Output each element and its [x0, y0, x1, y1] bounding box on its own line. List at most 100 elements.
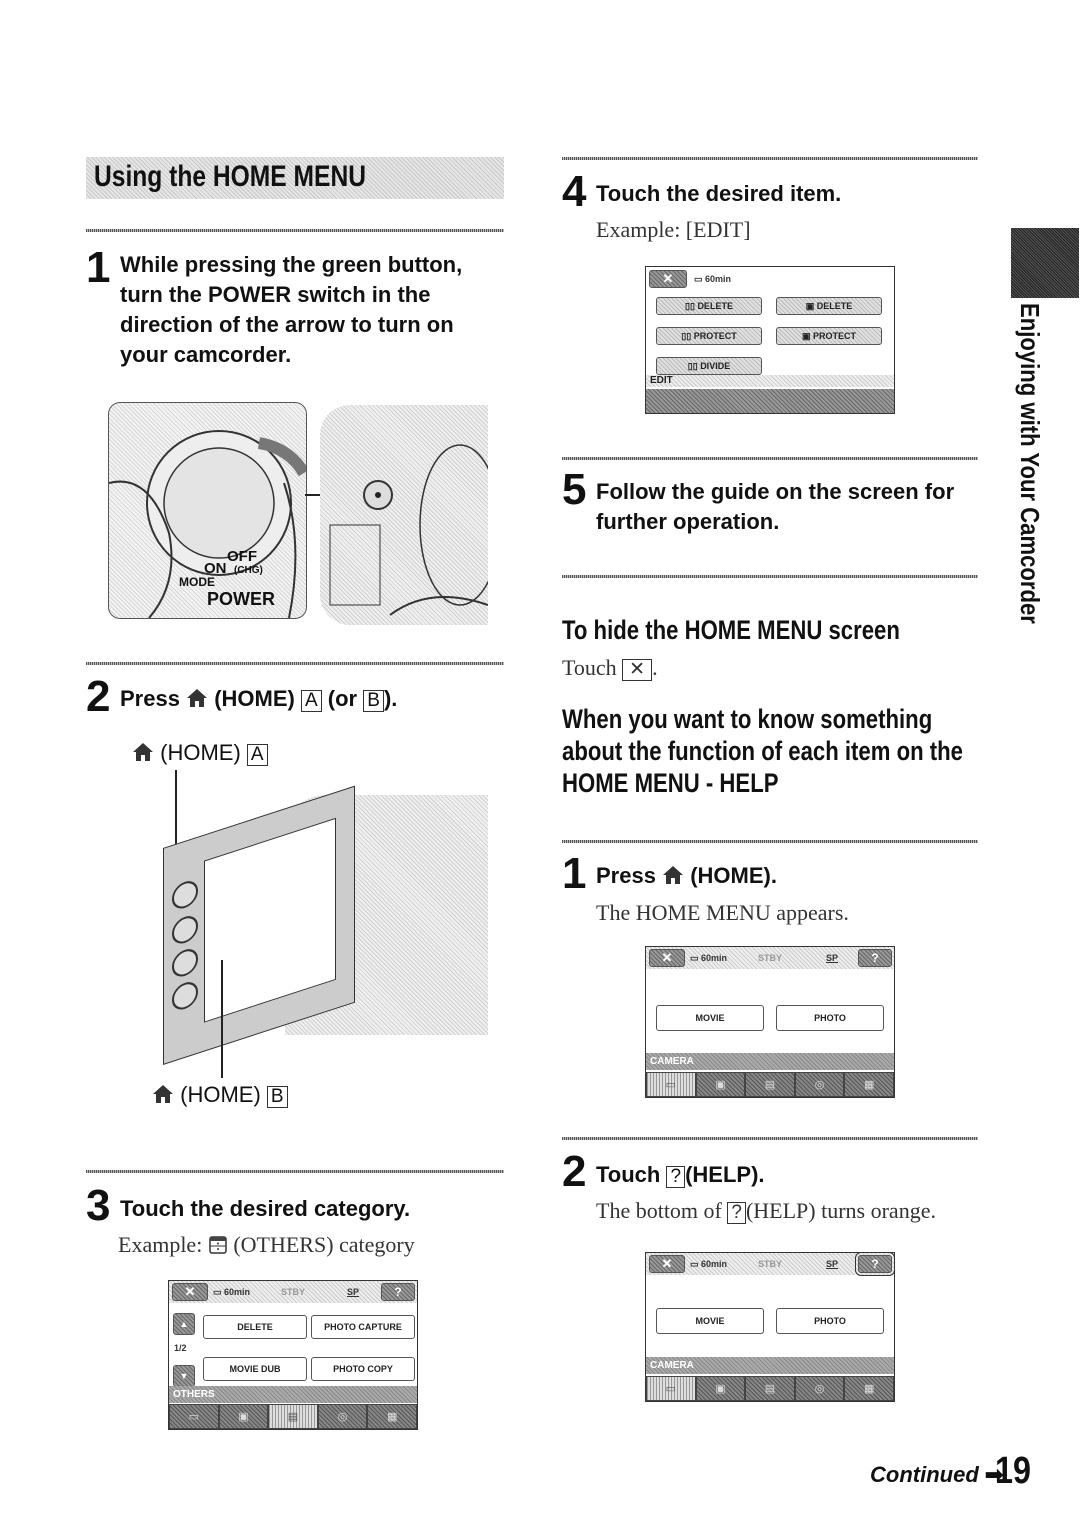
step-number: 4 [562, 167, 587, 216]
section-banner-title: Using the HOME MENU [94, 160, 366, 193]
menu-item-movie-protect[interactable]: ▯▯ PROTECT [656, 327, 762, 345]
menu-item-photo-protect[interactable]: ▣ PROTECT [776, 327, 882, 345]
lcd-side-button [172, 978, 198, 1014]
home-a-label: (HOME) A [132, 740, 268, 766]
help-button-highlighted[interactable]: ? [855, 1252, 895, 1276]
tab-settings[interactable]: ▦ [844, 1072, 894, 1097]
close-button[interactable]: ✕ [649, 949, 685, 967]
scroll-down-button[interactable]: ▼ [173, 1365, 195, 1387]
tab-view-images[interactable]: ▣ [695, 1376, 746, 1401]
tab-camera[interactable]: ▭ [646, 1072, 696, 1097]
step-4-text: Touch the desired item. [596, 181, 842, 206]
label-b-box: B [363, 690, 384, 712]
menu-item-photo-capture[interactable]: PHOTO CAPTURE [311, 1315, 415, 1339]
help-button[interactable]: ? [858, 949, 892, 967]
toolbox-icon: ▦ [386, 1411, 398, 1423]
tab-manage-media[interactable]: ◎ [794, 1072, 845, 1097]
menu-item-photo[interactable]: PHOTO [776, 1308, 884, 1334]
tab-others[interactable]: ▤ [745, 1376, 795, 1401]
step-5-text: Follow the guide on the screen for furth… [596, 477, 954, 537]
others-category-icon [209, 1236, 227, 1254]
help-step-2-prefix: Touch [596, 1162, 661, 1187]
tab-view-images[interactable]: ▣ [695, 1072, 746, 1097]
quality-indicator: SP [347, 1287, 360, 1297]
status-text: STBY [281, 1287, 306, 1297]
others-icon: ▤ [287, 1411, 299, 1423]
tab-settings[interactable]: ▦ [844, 1376, 894, 1401]
status-text: STBY [758, 953, 783, 963]
play-icon: ▣ [238, 1411, 249, 1423]
tab-others[interactable]: ▤ [268, 1404, 318, 1429]
step-1-text: While pressing the green button, turn th… [120, 250, 510, 370]
tab-settings[interactable]: ▦ [367, 1404, 417, 1429]
camera-icon: ▭ [665, 1079, 676, 1091]
close-button[interactable]: ✕ [649, 1255, 685, 1273]
mode-label: MODE [179, 575, 215, 589]
help-box-icon: ? [727, 1202, 746, 1224]
button-label: DIVIDE [700, 361, 731, 371]
scroll-up-button[interactable]: ▲ [173, 1313, 195, 1335]
home-b-box: B [266, 1086, 288, 1108]
tab-view-images[interactable]: ▣ [218, 1404, 269, 1429]
off-label: OFF [227, 548, 257, 565]
menu-item-movie[interactable]: MOVIE [656, 1308, 764, 1334]
help-heading-line: about the function of each item on the [562, 736, 963, 766]
status-text: STBY [758, 1259, 783, 1269]
step-2-prefix: Press [120, 686, 180, 711]
help-step-1-text: Press (HOME). [596, 861, 777, 891]
help-button[interactable]: ? [381, 1283, 415, 1301]
power-label: POWER [207, 589, 276, 609]
battery-indicator: ▭ 60min [690, 1259, 728, 1269]
divider [86, 1170, 504, 1173]
tab-manage-media[interactable]: ◎ [794, 1376, 845, 1401]
help-heading: When you want to know something about th… [562, 703, 963, 799]
step-2-or: (or [327, 686, 358, 711]
menu-item-movie-dub[interactable]: MOVIE DUB [203, 1357, 307, 1381]
menu-item-photo-delete[interactable]: ▣ DELETE [776, 297, 882, 315]
menu-item-movie-divide[interactable]: ▯▯ DIVIDE [656, 357, 762, 375]
category-label: EDIT [646, 375, 894, 387]
help-step-2-text: Touch ? (HELP). [596, 1160, 765, 1190]
tab-manage-media[interactable]: ◎ [317, 1404, 368, 1429]
button-label: PROTECT [693, 331, 737, 341]
divider [86, 229, 504, 232]
chg-label: (CHG) [234, 565, 263, 576]
step-3-text: Touch the desired category. [120, 1196, 411, 1221]
power-switch-closeup: OFF (CHG) ON MODE POWER [108, 402, 307, 619]
desc-prefix: The bottom of [596, 1198, 722, 1223]
divider [562, 457, 978, 460]
bottom-bar [646, 389, 894, 413]
quality-indicator: SP [826, 953, 839, 963]
home-icon [133, 743, 153, 761]
help-step-2-desc: The bottom of ? (HELP) turns orange. [596, 1198, 936, 1224]
lcd-screen-edit: ✕ ▭ 60min ▯▯ DELETE ▣ DELETE ▯▯ PROTECT … [645, 266, 895, 414]
example-suffix: (OTHERS) category [233, 1232, 415, 1257]
menu-item-delete[interactable]: DELETE [203, 1315, 307, 1339]
callout-line [221, 960, 223, 1078]
battery-indicator: ▭ 60min [694, 274, 732, 284]
camera-icon: ▭ [188, 1411, 199, 1423]
home-icon [663, 866, 684, 884]
step-number: 5 [562, 465, 587, 514]
menu-item-movie-delete[interactable]: ▯▯ DELETE [656, 297, 762, 315]
page-number: 19 [995, 1450, 1031, 1492]
tab-others[interactable]: ▤ [745, 1072, 795, 1097]
close-box-icon: ✕ [622, 659, 653, 681]
step-4-example: Example: [EDIT] [596, 217, 751, 242]
menu-item-movie[interactable]: MOVIE [656, 1005, 764, 1031]
battery-indicator: ▭ 60min [213, 1287, 251, 1297]
tab-camera[interactable]: ▭ [646, 1376, 696, 1401]
step-1-line: your camcorder. [120, 342, 292, 367]
chapter-tab-label: Enjoying with Your Camcorder [1014, 303, 1045, 681]
home-icon [153, 1085, 173, 1103]
hide-text: Touch [562, 655, 617, 680]
hide-instruction: Touch ✕. [562, 655, 658, 681]
menu-item-photo[interactable]: PHOTO [776, 1005, 884, 1031]
category-tabs: ▭ ▣ ▤ ◎ ▦ [646, 1072, 894, 1097]
category-tabs: ▭ ▣ ▤ ◎ ▦ [169, 1404, 417, 1429]
others-icon: ▤ [764, 1383, 776, 1395]
menu-item-photo-copy[interactable]: PHOTO COPY [311, 1357, 415, 1381]
close-button[interactable]: ✕ [649, 270, 687, 288]
close-button[interactable]: ✕ [172, 1283, 208, 1301]
tab-camera[interactable]: ▭ [169, 1404, 219, 1429]
